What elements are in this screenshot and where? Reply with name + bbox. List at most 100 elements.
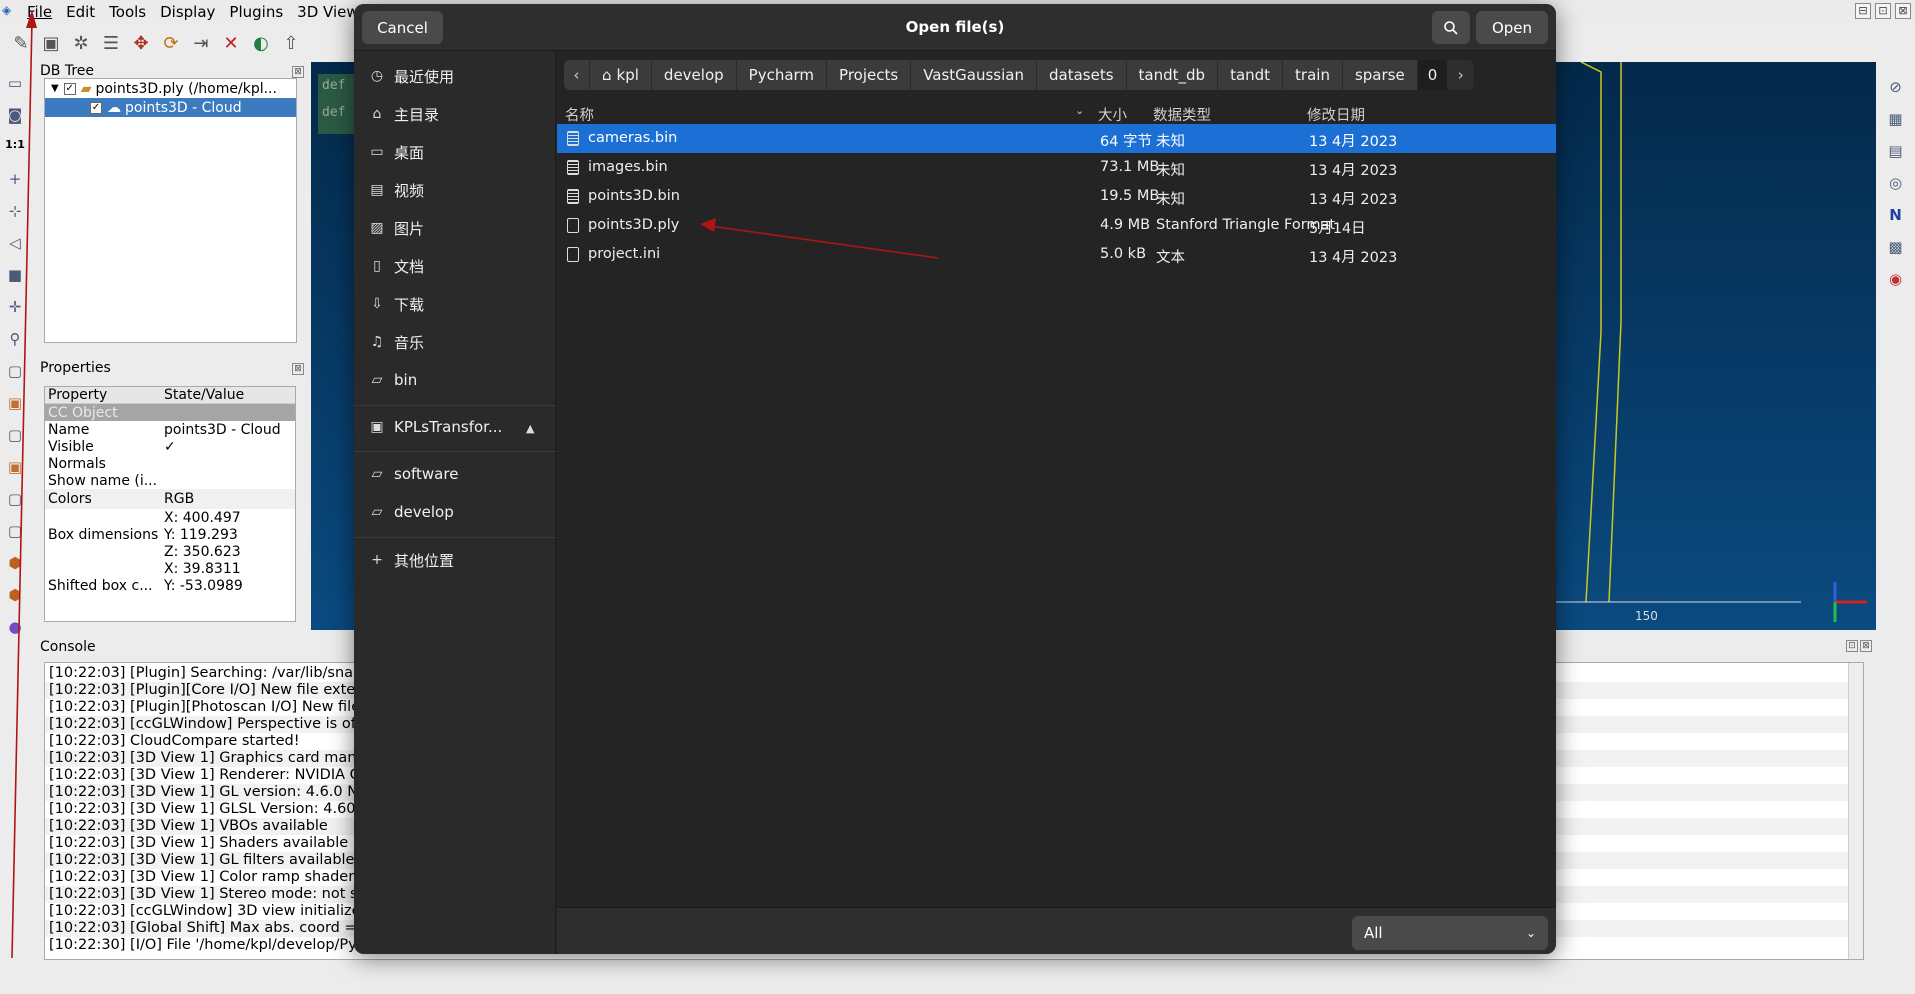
path-crumb[interactable]: develop	[651, 60, 737, 90]
sidebar-item-label: software	[394, 465, 459, 483]
property-value: Z: 350.623	[164, 543, 241, 560]
column-size[interactable]: 大小	[1098, 104, 1127, 125]
segment-icon[interactable]: ⇥	[188, 30, 214, 56]
visible-checkbox[interactable]: ✓	[161, 439, 295, 455]
stereo-icon[interactable]: ●	[4, 618, 26, 640]
list-icon[interactable]: ☰	[98, 30, 124, 56]
merge-icon[interactable]: ◐	[248, 30, 274, 56]
sync-icon[interactable]: ⟳	[158, 30, 184, 56]
right-view-icon[interactable]: ▢	[4, 490, 26, 512]
zoom-icon[interactable]: ⚲	[4, 330, 26, 352]
close-window-button[interactable]: ⊠	[1895, 3, 1911, 19]
path-crumb[interactable]: tandt_db	[1126, 60, 1219, 90]
path-crumb[interactable]: Projects	[827, 60, 912, 90]
file-row[interactable]: project.ini 5.0 kB 文本 13 4月 2023	[557, 240, 1556, 269]
front-view-icon[interactable]: ▣	[4, 394, 26, 416]
front-label-icon[interactable]: ⬢	[4, 554, 26, 576]
minimize-button[interactable]: ⊟	[1855, 3, 1871, 19]
path-crumb[interactable]: Pycharm	[736, 60, 828, 90]
sidebar-item-pictures[interactable]: ▨ 图片	[368, 215, 424, 241]
ccc-icon[interactable]: ▦	[1885, 110, 1907, 132]
film-icon[interactable]: ▤	[1885, 142, 1907, 164]
left-view-icon[interactable]: ▢	[4, 426, 26, 448]
colors-select[interactable]: RGB	[161, 491, 295, 507]
pivot-icon[interactable]: +	[4, 170, 26, 192]
no-entry-icon[interactable]: ⊘	[1885, 78, 1907, 100]
file-row[interactable]: points3D.bin 19.5 MB 未知 13 4月 2023	[557, 182, 1556, 211]
menu-display[interactable]: Display	[153, 3, 222, 21]
camera-icon[interactable]: ◙	[4, 106, 26, 128]
menu-plugins[interactable]: Plugins	[222, 3, 290, 21]
path-back-icon[interactable]: ‹	[564, 60, 590, 90]
properties-close-icon[interactable]: ⊠	[292, 363, 304, 375]
sort-chevron-icon[interactable]: ⌄	[1075, 104, 1084, 117]
sidebar-item-desktop[interactable]: ▭ 桌面	[368, 139, 424, 165]
view-icon[interactable]: ▭	[4, 74, 26, 96]
sidebar-item-downloads[interactable]: ⇩ 下载	[368, 291, 424, 317]
pin-icon[interactable]: ⇧	[278, 30, 304, 56]
tree-file-checkbox[interactable]: ✓	[63, 82, 76, 95]
menu-edit[interactable]: Edit	[59, 3, 102, 21]
pov-icon[interactable]: ▩	[1885, 238, 1907, 260]
save-icon[interactable]: ▣	[38, 30, 64, 56]
console-float-icon[interactable]: ⊡	[1846, 640, 1858, 652]
delete-icon[interactable]: ✕	[218, 30, 244, 56]
path-crumb[interactable]: train	[1283, 60, 1343, 90]
dbtree-close-icon[interactable]: ⊠	[292, 66, 304, 78]
move-icon[interactable]: ✛	[4, 298, 26, 320]
file-row[interactable]: cameras.bin 64 字节 未知 13 4月 2023	[557, 124, 1556, 153]
path-crumb[interactable]: tandt	[1218, 60, 1284, 90]
sidebar-item-other-locations[interactable]: + 其他位置	[368, 547, 454, 573]
auto-pivot-icon[interactable]: ⊹	[4, 202, 26, 224]
path-crumb[interactable]: sparse	[1342, 60, 1418, 90]
properties-panel: Property State/Value CC Object Name point…	[44, 386, 296, 622]
sidebar-item-music[interactable]: ♫ 音乐	[368, 329, 424, 355]
column-name[interactable]: 名称	[565, 104, 594, 125]
restore-button[interactable]: ⊡	[1875, 3, 1891, 19]
scale-1-1-icon[interactable]: 1:1	[4, 138, 26, 160]
sidebar-item-software[interactable]: ▱ software	[368, 461, 459, 487]
sidebar-item-develop[interactable]: ▱ develop	[368, 499, 454, 525]
property-value[interactable]: points3D - Cloud	[161, 422, 295, 438]
sidebar-item-documents[interactable]: ▯ 文档	[368, 253, 424, 279]
path-forward-icon[interactable]: ›	[1448, 60, 1475, 90]
sidebar-item-home[interactable]: ⌂ 主目录	[368, 101, 439, 127]
top-view-icon[interactable]: ▢	[4, 362, 26, 384]
tree-cloud-checkbox[interactable]: ✓	[90, 101, 102, 114]
dialog-header: Cancel Open file(s) Open	[354, 4, 1556, 51]
settings-icon[interactable]: ✲	[68, 30, 94, 56]
cube-icon[interactable]: ■	[4, 266, 26, 288]
eject-icon[interactable]: ▲	[526, 422, 534, 435]
search-button[interactable]	[1432, 11, 1470, 44]
column-type[interactable]: 数据类型	[1153, 104, 1211, 125]
console-close-icon[interactable]: ⊠	[1860, 640, 1872, 652]
transform-icon[interactable]: ✥	[128, 30, 154, 56]
sidebar-item-recent[interactable]: ◷ 最近使用	[368, 63, 454, 89]
compass-icon[interactable]: ◎	[1885, 174, 1907, 196]
file-filter-select[interactable]: All ⌄	[1352, 916, 1548, 950]
path-crumb[interactable]: datasets	[1037, 60, 1127, 90]
path-crumb-current[interactable]: 0	[1417, 60, 1449, 90]
bottom-view-icon[interactable]: ▢	[4, 522, 26, 544]
path-crumb-kpl[interactable]: ⌂ kpl	[590, 60, 652, 90]
expand-arrow-icon[interactable]: ▼	[51, 83, 59, 94]
file-row[interactable]: images.bin 73.1 MB 未知 13 4月 2023	[557, 153, 1556, 182]
sidebar-item-videos[interactable]: ▤ 视频	[368, 177, 424, 203]
tree-item-file[interactable]: ▼ ✓ ▰ points3D.ply (/home/kpl...	[45, 79, 296, 98]
open-icon[interactable]: ✎	[8, 30, 34, 56]
console-scrollbar[interactable]	[1848, 663, 1863, 959]
back-view-icon[interactable]: ▣	[4, 458, 26, 480]
menu-tools[interactable]: Tools	[102, 3, 153, 21]
north-icon[interactable]: N	[1885, 206, 1907, 228]
menu-file[interactable]: File	[20, 3, 59, 21]
column-modified[interactable]: 修改日期	[1307, 104, 1365, 125]
file-row[interactable]: points3D.ply 4.9 MB Stanford Triangle Fo…	[557, 211, 1556, 240]
open-button[interactable]: Open	[1476, 11, 1548, 44]
path-crumb[interactable]: VastGaussian	[911, 60, 1037, 90]
file-type: 文本	[1156, 250, 1185, 266]
perspective-icon[interactable]: ◁	[4, 234, 26, 256]
back-label-icon[interactable]: ⬢	[4, 586, 26, 608]
tree-item-cloud[interactable]: ✓ ☁ points3D - Cloud	[45, 98, 296, 117]
sidebar-item-bin[interactable]: ▱ bin	[368, 367, 418, 393]
rgb-icon[interactable]: ◉	[1885, 270, 1907, 292]
